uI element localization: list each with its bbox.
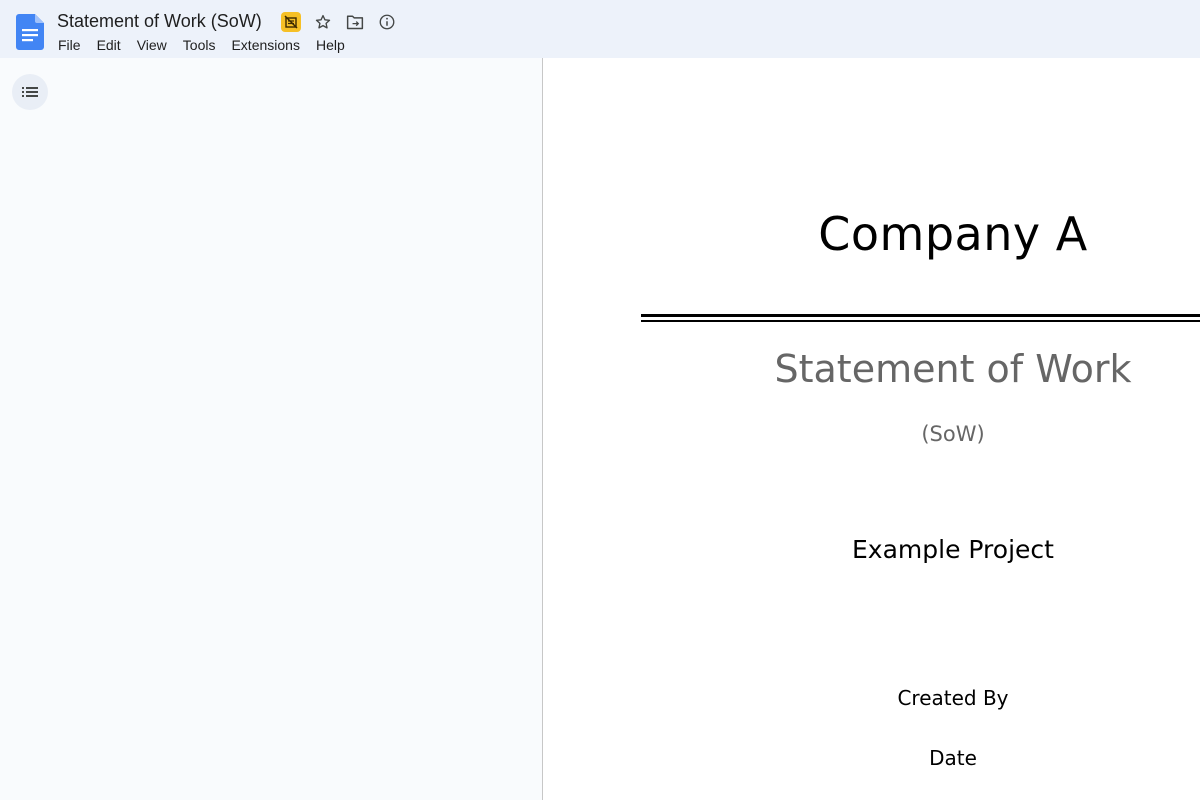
menu-help[interactable]: Help — [308, 35, 353, 55]
document-title[interactable]: Statement of Work (SoW) — [57, 9, 262, 33]
docs-logo-icon[interactable] — [16, 14, 44, 50]
date-label: Date — [929, 746, 977, 770]
menu-bar: File Edit View Tools Extensions Help — [50, 35, 353, 55]
top-bar: Statement of Work (SoW) File Edit View T… — [0, 0, 1200, 58]
company-name: Company A — [818, 207, 1088, 261]
menu-tools[interactable]: Tools — [175, 35, 224, 55]
project-name: Example Project — [852, 535, 1054, 564]
created-by-label: Created By — [897, 686, 1009, 710]
menu-extensions[interactable]: Extensions — [223, 35, 307, 55]
offline-unavailable-icon[interactable] — [280, 11, 302, 33]
document-subheading: (SoW) — [921, 422, 985, 446]
show-outline-button[interactable] — [12, 74, 48, 110]
document-heading: Statement of Work — [774, 347, 1132, 391]
move-folder-icon[interactable] — [344, 11, 366, 33]
outline-sidebar — [0, 58, 543, 800]
menu-file[interactable]: File — [50, 35, 89, 55]
menu-edit[interactable]: Edit — [89, 35, 129, 55]
star-icon[interactable] — [312, 11, 334, 33]
menu-view[interactable]: View — [129, 35, 175, 55]
title-icons — [280, 11, 408, 33]
document-page[interactable]: Company A Statement of Work (SoW) Exampl… — [543, 58, 1200, 800]
horizontal-rule — [641, 314, 1200, 322]
info-icon[interactable] — [376, 11, 398, 33]
list-icon — [22, 87, 38, 97]
